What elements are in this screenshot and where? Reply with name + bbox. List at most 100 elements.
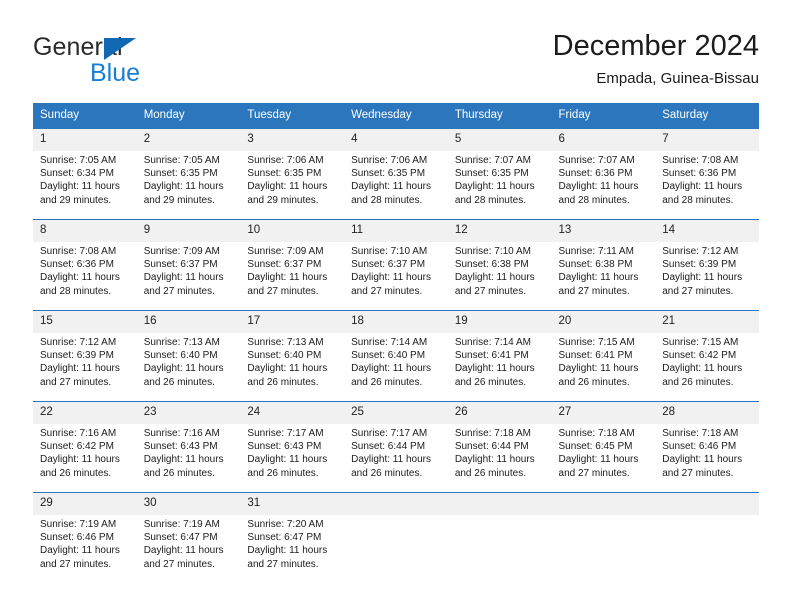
day-details: Sunrise: 7:12 AM Sunset: 6:39 PM Daylight:…: [33, 333, 137, 389]
sunrise-text: Sunrise: 7:09 AM: [143, 246, 220, 257]
calendar-day-cell[interactable]: 19 Sunrise: 7:14 AM Sunset: 6:41 PM Dayligh…: [447, 310, 552, 402]
day-details: Sunrise: 7:15 AM Sunset: 6:42 PM Daylight:…: [655, 333, 759, 389]
calendar-day-cell[interactable]: 26 Sunrise: 7:18 AM Sunset: 6:44 PM Dayligh…: [447, 401, 552, 493]
day-details: Sunrise: 7:10 AM Sunset: 6:38 PM Daylight:…: [448, 242, 552, 298]
day-details: Sunrise: 7:17 AM Sunset: 6:44 PM Daylight:…: [344, 424, 448, 480]
weekday-header-thursday: Thursday: [447, 103, 552, 129]
daylight-text: Daylight: 11 hours and 27 minutes.: [40, 545, 120, 570]
daylight-text: Daylight: 11 hours and 28 minutes.: [558, 181, 639, 206]
day-number: 6: [551, 129, 656, 151]
calendar-day-cell[interactable]: 5 Sunrise: 7:07 AM Sunset: 6:35 PM Daylight…: [447, 128, 552, 220]
sunrise-text: Sunrise: 7:06 AM: [247, 155, 324, 166]
calendar-day-cell[interactable]: 28 Sunrise: 7:18 AM Sunset: 6:46 PM Dayligh…: [655, 401, 759, 493]
calendar-day-cell[interactable]: 30 Sunrise: 7:19 AM Sunset: 6:47 PM Dayligh…: [136, 492, 241, 599]
sunrise-text: Sunrise: 7:10 AM: [351, 246, 428, 257]
sunrise-text: Sunrise: 7:12 AM: [662, 246, 739, 257]
day-number: 4: [344, 129, 448, 151]
day-details: Sunrise: 7:11 AM Sunset: 6:38 PM Daylight:…: [552, 242, 656, 298]
calendar-table: Sunday Monday Tuesday Wednesday Thursday…: [33, 103, 759, 599]
calendar-day-cell[interactable]: 24 Sunrise: 7:17 AM Sunset: 6:43 PM Dayligh…: [240, 401, 345, 493]
calendar-day-cell[interactable]: 2 Sunrise: 7:05 AM Sunset: 6:35 PM Daylight…: [136, 128, 241, 220]
calendar-day-cell[interactable]: 16 Sunrise: 7:13 AM Sunset: 6:40 PM Dayligh…: [136, 310, 241, 402]
calendar-day-cell[interactable]: 18 Sunrise: 7:14 AM Sunset: 6:40 PM Dayligh…: [344, 310, 448, 402]
sunset-text: Sunset: 6:42 PM: [40, 441, 114, 453]
day-details: Sunrise: 7:19 AM Sunset: 6:46 PM Daylight:…: [33, 515, 137, 571]
sunrise-text: Sunrise: 7:15 AM: [558, 337, 635, 348]
day-details: Sunrise: 7:06 AM Sunset: 6:35 PM Daylight:…: [344, 151, 448, 207]
day-details: Sunrise: 7:05 AM Sunset: 6:35 PM Daylight:…: [137, 151, 241, 207]
weekday-header-monday: Monday: [136, 103, 241, 129]
sunset-text: Sunset: 6:44 PM: [454, 441, 529, 453]
calendar-day-cell[interactable]: 31 Sunrise: 7:20 AM Sunset: 6:47 PM Dayligh…: [240, 492, 345, 599]
day-number: 14: [655, 220, 759, 242]
day-number: 26: [447, 402, 552, 424]
day-details: Sunrise: 7:09 AM Sunset: 6:37 PM Daylight:…: [240, 242, 344, 298]
day-number: 19: [447, 311, 552, 333]
sunrise-text: Sunrise: 7:17 AM: [247, 428, 324, 439]
day-number: 31: [240, 493, 345, 515]
sunrise-text: Sunrise: 7:18 AM: [662, 428, 739, 439]
sunrise-text: Sunrise: 7:15 AM: [662, 337, 739, 348]
sunset-text: Sunset: 6:40 PM: [351, 350, 426, 362]
daylight-text: Daylight: 11 hours and 27 minutes.: [662, 454, 743, 479]
calendar-day-cell[interactable]: 10 Sunrise: 7:09 AM Sunset: 6:37 PM Dayligh…: [240, 219, 345, 311]
calendar-cell-empty: [344, 492, 448, 599]
day-number: 7: [655, 129, 759, 151]
calendar-week-row: 8 Sunrise: 7:08 AM Sunset: 6:36 PM Daylight…: [33, 219, 759, 311]
day-details: Sunrise: 7:18 AM Sunset: 6:44 PM Daylight:…: [448, 424, 552, 480]
calendar-day-cell[interactable]: 8 Sunrise: 7:08 AM Sunset: 6:36 PM Daylight…: [33, 219, 137, 311]
page-subtitle-location: Empada, Guinea-Bissau: [596, 70, 759, 87]
sunset-text: Sunset: 6:36 PM: [558, 168, 633, 180]
calendar-day-cell[interactable]: 4 Sunrise: 7:06 AM Sunset: 6:35 PM Daylight…: [344, 128, 448, 220]
calendar-day-cell[interactable]: 17 Sunrise: 7:13 AM Sunset: 6:40 PM Dayligh…: [240, 310, 345, 402]
logo-text-blue: Blue: [90, 59, 141, 87]
calendar-day-cell[interactable]: 29 Sunrise: 7:19 AM Sunset: 6:46 PM Dayligh…: [33, 492, 137, 599]
day-number: 15: [33, 311, 137, 333]
calendar-day-cell[interactable]: 20 Sunrise: 7:15 AM Sunset: 6:41 PM Dayligh…: [551, 310, 656, 402]
sunset-text: Sunset: 6:35 PM: [143, 168, 218, 180]
day-number: 28: [655, 402, 759, 424]
day-details: Sunrise: 7:19 AM Sunset: 6:47 PM Daylight:…: [137, 515, 241, 571]
day-number: [447, 493, 552, 515]
calendar-day-cell[interactable]: 1 Sunrise: 7:05 AM Sunset: 6:34 PM Daylight…: [33, 128, 137, 220]
daylight-text: Daylight: 11 hours and 26 minutes.: [247, 454, 328, 479]
day-details: Sunrise: 7:07 AM Sunset: 6:36 PM Daylight:…: [552, 151, 656, 207]
sunset-text: Sunset: 6:35 PM: [351, 168, 426, 180]
general-blue-logo[interactable]: General Blue: [33, 33, 233, 89]
day-details: Sunrise: 7:10 AM Sunset: 6:37 PM Daylight:…: [344, 242, 448, 298]
daylight-text: Daylight: 11 hours and 27 minutes.: [558, 272, 639, 297]
calendar-week-row: 1 Sunrise: 7:05 AM Sunset: 6:34 PM Daylight…: [33, 128, 759, 220]
calendar-day-cell[interactable]: 7 Sunrise: 7:08 AM Sunset: 6:36 PM Daylight…: [655, 128, 759, 220]
day-number: 27: [551, 402, 656, 424]
calendar-day-cell[interactable]: 27 Sunrise: 7:18 AM Sunset: 6:45 PM Dayligh…: [551, 401, 656, 493]
calendar-day-cell[interactable]: 11 Sunrise: 7:10 AM Sunset: 6:37 PM Dayligh…: [344, 219, 448, 311]
day-details: Sunrise: 7:13 AM Sunset: 6:40 PM Daylight:…: [240, 333, 344, 389]
day-number: 5: [447, 129, 552, 151]
sunrise-text: Sunrise: 7:08 AM: [40, 246, 117, 257]
day-number: 23: [136, 402, 241, 424]
sunset-text: Sunset: 6:37 PM: [351, 259, 426, 271]
sunset-text: Sunset: 6:34 PM: [40, 168, 114, 180]
daylight-text: Daylight: 11 hours and 27 minutes.: [662, 272, 743, 297]
daylight-text: Daylight: 11 hours and 26 minutes.: [351, 454, 431, 479]
day-number: 22: [33, 402, 137, 424]
calendar-day-cell[interactable]: 21 Sunrise: 7:15 AM Sunset: 6:42 PM Dayligh…: [655, 310, 759, 402]
calendar-day-cell[interactable]: 23 Sunrise: 7:16 AM Sunset: 6:43 PM Dayligh…: [136, 401, 241, 493]
calendar-day-cell[interactable]: 6 Sunrise: 7:07 AM Sunset: 6:36 PM Daylight…: [551, 128, 656, 220]
calendar-day-cell[interactable]: 25 Sunrise: 7:17 AM Sunset: 6:44 PM Dayligh…: [344, 401, 448, 493]
sunrise-text: Sunrise: 7:05 AM: [40, 155, 117, 166]
calendar-day-cell[interactable]: 22 Sunrise: 7:16 AM Sunset: 6:42 PM Dayligh…: [33, 401, 137, 493]
day-number: [655, 493, 759, 515]
calendar-day-cell[interactable]: 3 Sunrise: 7:06 AM Sunset: 6:35 PM Daylight…: [240, 128, 345, 220]
sunset-text: Sunset: 6:40 PM: [247, 350, 322, 362]
calendar-day-cell[interactable]: 13 Sunrise: 7:11 AM Sunset: 6:38 PM Dayligh…: [551, 219, 656, 311]
day-number: 1: [33, 129, 137, 151]
calendar-day-cell[interactable]: 12 Sunrise: 7:10 AM Sunset: 6:38 PM Dayligh…: [447, 219, 552, 311]
calendar-day-cell[interactable]: 14 Sunrise: 7:12 AM Sunset: 6:39 PM Dayligh…: [655, 219, 759, 311]
calendar-day-cell[interactable]: 15 Sunrise: 7:12 AM Sunset: 6:39 PM Dayligh…: [33, 310, 137, 402]
sunrise-text: Sunrise: 7:18 AM: [558, 428, 635, 439]
calendar-day-cell[interactable]: 9 Sunrise: 7:09 AM Sunset: 6:37 PM Daylight…: [136, 219, 241, 311]
daylight-text: Daylight: 11 hours and 26 minutes.: [247, 363, 328, 388]
weekday-header-wednesday: Wednesday: [344, 103, 448, 129]
day-number: 29: [33, 493, 137, 515]
